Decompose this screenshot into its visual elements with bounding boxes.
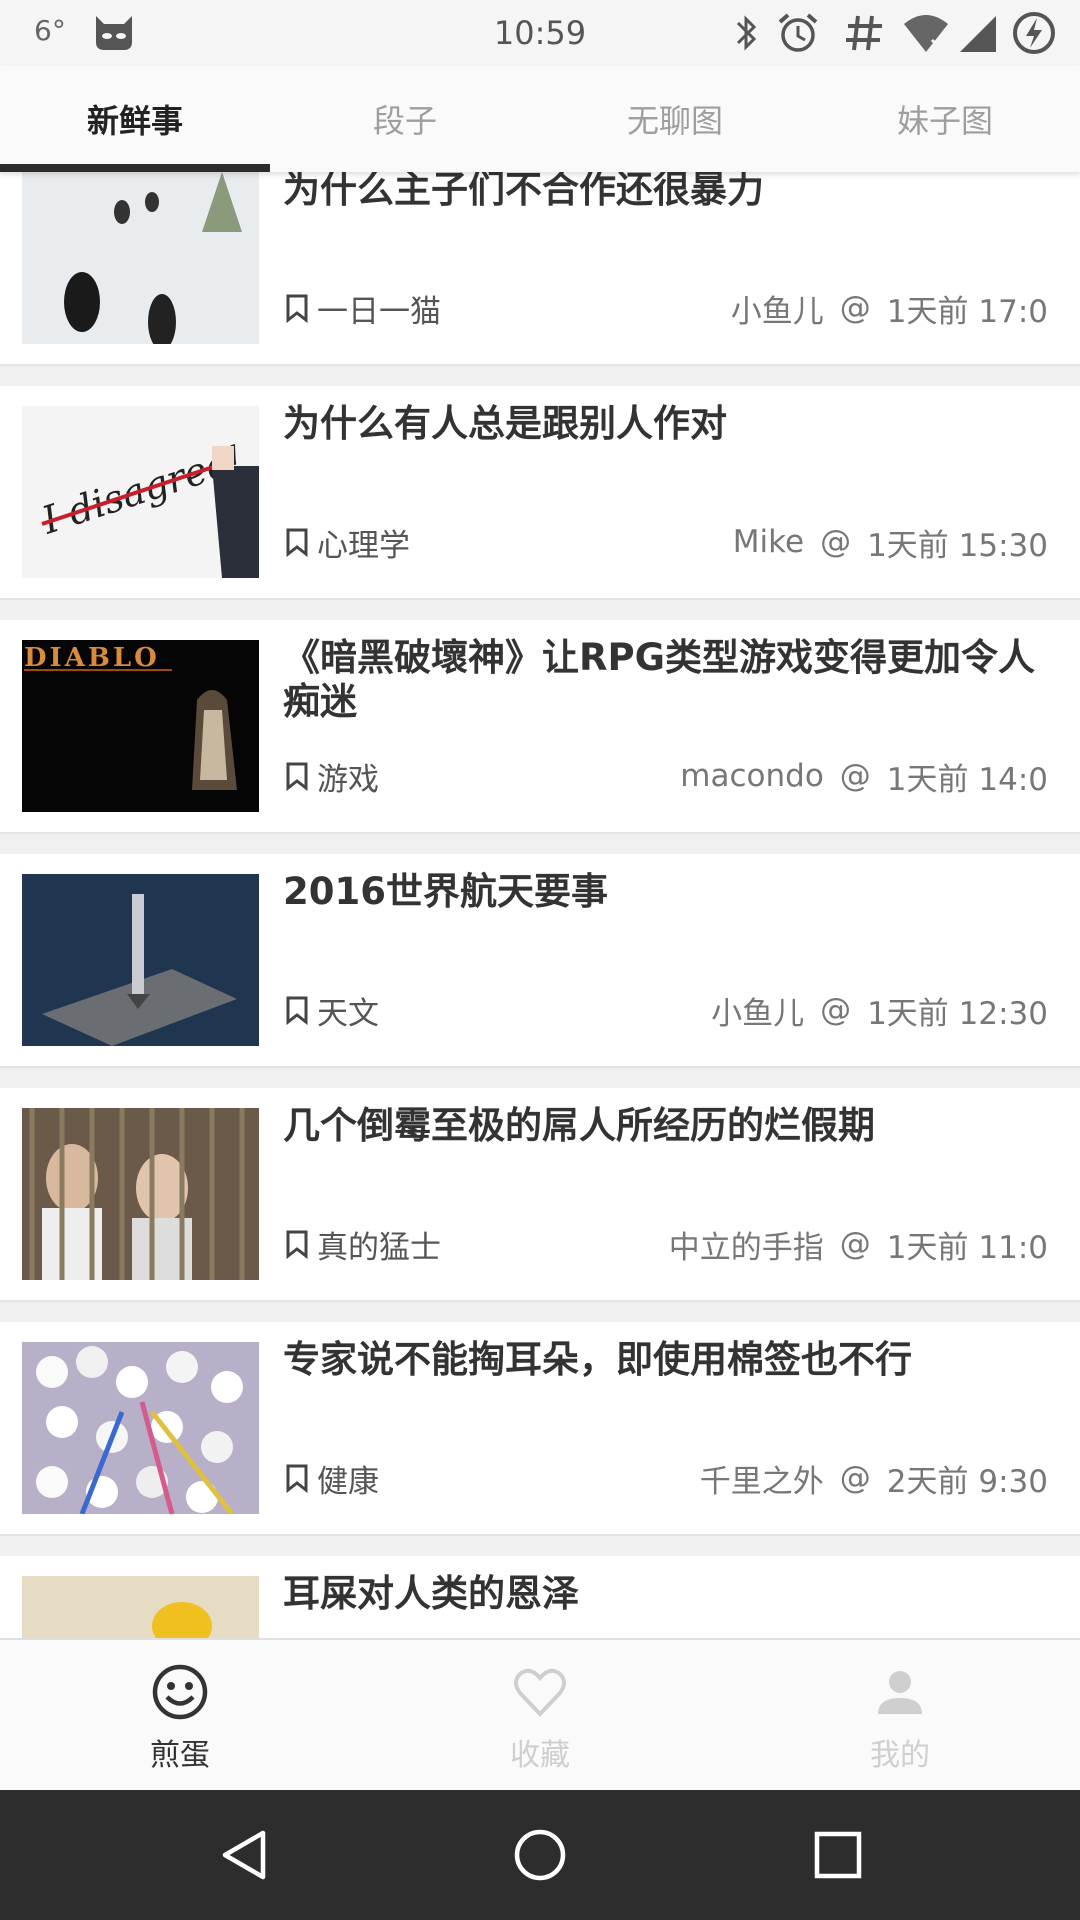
hash-icon bbox=[846, 15, 882, 51]
category-label: 真的猛士 bbox=[317, 1229, 441, 1266]
news-category[interactable]: 真的猛士 bbox=[285, 1222, 441, 1266]
author-name: macondo bbox=[680, 758, 824, 794]
tab-label: 无聊图 bbox=[626, 102, 723, 140]
news-card[interactable]: 耳屎对人类的恩泽 bbox=[0, 1556, 1080, 1638]
news-meta: 中立的手指 @ 1天前 11:0 bbox=[669, 1222, 1048, 1266]
news-category[interactable]: 游戏 bbox=[285, 754, 379, 798]
category-label: 游戏 bbox=[317, 761, 379, 798]
at-sign: @ bbox=[820, 524, 852, 560]
author-name: 小鱼儿 bbox=[730, 293, 824, 330]
nav-mine[interactable]: 我的 bbox=[720, 1640, 1080, 1790]
wifi-icon bbox=[904, 15, 948, 52]
tab-duanzi[interactable]: 段子 bbox=[270, 66, 540, 172]
nav-label: 煎蛋 bbox=[150, 1738, 210, 1773]
nav-label: 我的 bbox=[870, 1738, 930, 1773]
tab-label: 新鲜事 bbox=[86, 102, 183, 140]
news-category[interactable]: 健康 bbox=[285, 1456, 379, 1500]
recents-icon[interactable] bbox=[808, 1825, 868, 1885]
nav-label: 收藏 bbox=[510, 1738, 570, 1773]
category-tabs: 新鲜事 段子 无聊图 妹子图 bbox=[0, 66, 1080, 172]
at-sign: @ bbox=[839, 1460, 871, 1496]
author-name: 千里之外 bbox=[699, 1463, 824, 1500]
news-card[interactable]: 几个倒霉至极的屌人所经历的烂假期 真的猛士 中立的手指 @ 1天前 11:0 bbox=[0, 1088, 1080, 1302]
thumbnail-image: DIABLO bbox=[22, 640, 259, 812]
bookmark-icon bbox=[286, 294, 308, 323]
news-title[interactable]: 耳屎对人类的恩泽 bbox=[283, 1572, 1053, 1616]
news-card[interactable]: 为什么主子们不合作还很暴力 一日一猫 小鱼儿 @ 1天前 17:0 bbox=[0, 172, 1080, 366]
author-name: 小鱼儿 bbox=[711, 995, 805, 1032]
news-card[interactable]: 2016世界航天要事 天文 小鱼儿 @ 1天前 12:30 bbox=[0, 854, 1080, 1068]
bookmark-icon bbox=[286, 1230, 308, 1259]
at-sign: @ bbox=[839, 290, 871, 326]
news-title[interactable]: 专家说不能掏耳朵，即使用棉签也不行 bbox=[283, 1338, 1053, 1382]
back-icon[interactable] bbox=[215, 1825, 275, 1885]
nav-jiandan[interactable]: 煎蛋 bbox=[0, 1640, 360, 1790]
thumbnail-image: I disagree! bbox=[22, 406, 259, 578]
news-feed-list[interactable]: 为什么主子们不合作还很暴力 一日一猫 小鱼儿 @ 1天前 17:0 I disa… bbox=[0, 172, 1080, 1638]
svg-text:DIABLO: DIABLO bbox=[24, 643, 160, 673]
thumbnail-image bbox=[22, 1576, 259, 1638]
news-meta: Mike @ 1天前 15:30 bbox=[733, 520, 1048, 564]
author-name: Mike bbox=[732, 524, 805, 560]
news-meta: 小鱼儿 @ 1天前 12:30 bbox=[711, 988, 1048, 1032]
post-time: 2天前 9:30 bbox=[886, 1463, 1048, 1500]
thumbnail-image bbox=[22, 874, 259, 1046]
news-meta: macondo @ 1天前 14:0 bbox=[680, 754, 1048, 798]
status-bar: 6° 10:59 bbox=[0, 0, 1080, 66]
news-card[interactable]: I disagree! 为什么有人总是跟别人作对 心理学 Mike @ 1天前 … bbox=[0, 386, 1080, 600]
post-time: 1天前 17:0 bbox=[886, 293, 1048, 330]
news-meta: 小鱼儿 @ 1天前 17:0 bbox=[731, 286, 1048, 330]
smiley-icon bbox=[152, 1664, 208, 1720]
home-icon[interactable] bbox=[510, 1825, 570, 1885]
bottom-navigation: 煎蛋 收藏 我的 bbox=[0, 1638, 1080, 1790]
news-category[interactable]: 天文 bbox=[285, 988, 379, 1032]
tab-label: 妹子图 bbox=[896, 102, 993, 140]
post-time: 1天前 12:30 bbox=[867, 995, 1048, 1032]
post-time: 1天前 14:0 bbox=[886, 761, 1048, 798]
tab-wuliaotu[interactable]: 无聊图 bbox=[540, 66, 810, 172]
news-category[interactable]: 心理学 bbox=[285, 520, 410, 564]
at-sign: @ bbox=[839, 1226, 871, 1262]
news-title[interactable]: 几个倒霉至极的屌人所经历的烂假期 bbox=[283, 1104, 1053, 1148]
nav-favorites[interactable]: 收藏 bbox=[360, 1640, 720, 1790]
bookmark-icon bbox=[286, 762, 308, 791]
category-label: 天文 bbox=[317, 995, 379, 1032]
news-card[interactable]: 专家说不能掏耳朵，即使用棉签也不行 健康 千里之外 @ 2天前 9:30 bbox=[0, 1322, 1080, 1536]
news-title[interactable]: 2016世界航天要事 bbox=[283, 870, 1053, 914]
tab-xinxianshi[interactable]: 新鲜事 bbox=[0, 66, 270, 172]
thumbnail-image bbox=[22, 1108, 259, 1280]
news-title[interactable]: 为什么有人总是跟别人作对 bbox=[283, 402, 1053, 446]
person-icon bbox=[878, 1671, 922, 1714]
battery-charging-icon bbox=[1013, 12, 1055, 54]
category-label: 健康 bbox=[317, 1463, 379, 1500]
news-meta: 千里之外 @ 2天前 9:30 bbox=[700, 1456, 1048, 1500]
news-title[interactable]: 为什么主子们不合作还很暴力 bbox=[283, 172, 1053, 212]
bookmark-icon bbox=[286, 1464, 308, 1493]
at-sign: @ bbox=[820, 992, 852, 1028]
at-sign: @ bbox=[839, 758, 871, 794]
post-time: 1天前 15:30 bbox=[867, 527, 1048, 564]
bookmark-icon bbox=[286, 996, 308, 1025]
post-time: 1天前 11:0 bbox=[886, 1229, 1048, 1266]
alarm-icon bbox=[778, 13, 818, 52]
active-tab-indicator bbox=[0, 164, 270, 172]
cell-signal-icon bbox=[960, 16, 996, 52]
news-card[interactable]: DIABLO 《暗黑破壞神》让RPG类型游戏变得更加令人痴迷 游戏 macond… bbox=[0, 620, 1080, 834]
tab-meizitu[interactable]: 妹子图 bbox=[810, 66, 1080, 172]
bookmark-icon bbox=[286, 528, 308, 557]
thumbnail-image bbox=[22, 172, 259, 344]
news-category[interactable]: 一日一猫 bbox=[285, 286, 441, 330]
heart-icon bbox=[514, 1668, 566, 1717]
news-title[interactable]: 《暗黑破壞神》让RPG类型游戏变得更加令人痴迷 bbox=[283, 636, 1053, 724]
category-label: 一日一猫 bbox=[317, 293, 441, 330]
tab-label: 段子 bbox=[372, 102, 437, 140]
thumbnail-image bbox=[22, 1342, 259, 1514]
bluetooth-icon bbox=[736, 15, 757, 51]
system-navigation-bar bbox=[0, 1790, 1080, 1920]
author-name: 中立的手指 bbox=[668, 1229, 824, 1266]
category-label: 心理学 bbox=[317, 527, 410, 564]
